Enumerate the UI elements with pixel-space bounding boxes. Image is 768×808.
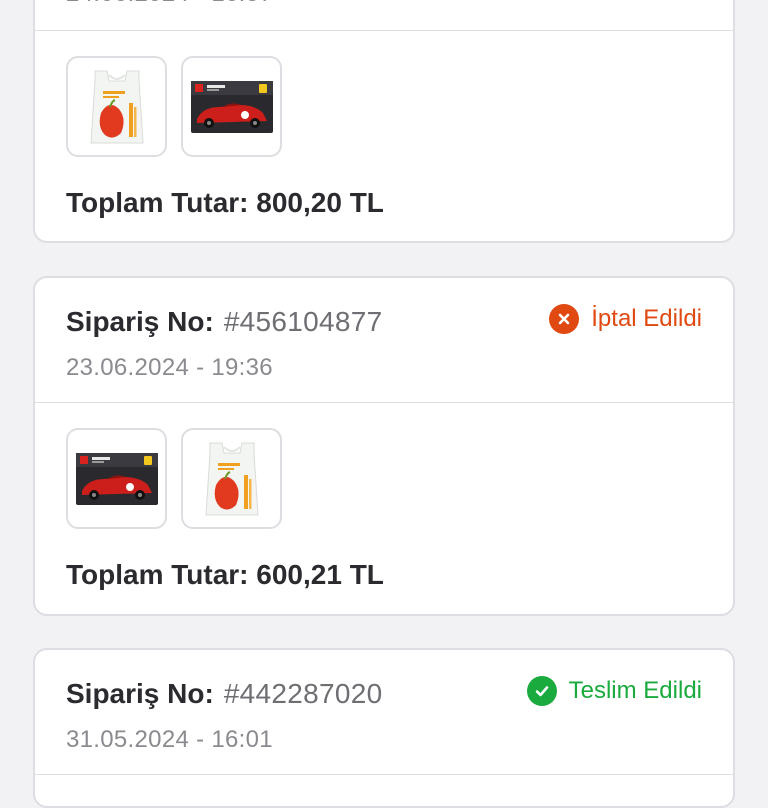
order-card[interactable]: 24.06.2024 - 16:37 Toplam Tutar: 800,20 …	[33, 0, 735, 243]
product-thumbnail[interactable]	[181, 56, 282, 157]
order-number-line: Sipariş No: #456104877	[66, 306, 383, 338]
grocery-bag-icon	[89, 70, 144, 143]
cancel-circle-icon	[549, 304, 580, 334]
grocery-bag-icon	[204, 442, 259, 515]
order-number-label: Sipariş No:	[66, 306, 214, 337]
toy-car-box-icon	[190, 80, 273, 133]
order-card[interactable]: Sipariş No: #456104877 İptal Edildi 23.06…	[33, 276, 735, 616]
status-badge: İptal Edildi	[549, 304, 702, 334]
product-thumbnail[interactable]	[66, 428, 167, 529]
product-thumbnails	[66, 428, 282, 529]
order-card[interactable]: Sipariş No: #442287020 Teslim Edildi 31.0…	[33, 648, 735, 808]
order-card-header: Sipariş No: #456104877 İptal Edildi 23.06…	[35, 278, 733, 403]
status-text: Teslim Edildi	[568, 677, 702, 704]
product-thumbnail[interactable]	[181, 428, 282, 529]
status-badge: Teslim Edildi	[526, 676, 702, 706]
order-date: 23.06.2024 - 19:36	[66, 354, 273, 381]
order-number: #456104877	[223, 306, 383, 337]
check-circle-icon	[526, 676, 557, 706]
product-thumbnail[interactable]	[66, 56, 167, 157]
status-text: İptal Edildi	[591, 305, 702, 332]
order-number: #442287020	[223, 678, 383, 709]
product-thumbnails	[66, 56, 282, 157]
order-number-line: Sipariş No: #442287020	[66, 678, 383, 710]
order-card-header: Sipariş No: #442287020 Teslim Edildi 31.0…	[35, 650, 733, 775]
order-card-header: 24.06.2024 - 16:37	[35, 0, 733, 31]
order-total: Toplam Tutar: 600,21 TL	[66, 559, 384, 590]
order-date: 24.06.2024 - 16:37	[66, 0, 273, 8]
order-date: 31.05.2024 - 16:01	[66, 726, 273, 753]
order-total: Toplam Tutar: 800,20 TL	[66, 187, 384, 218]
order-number-label: Sipariş No:	[66, 678, 214, 709]
toy-car-box-icon	[75, 452, 158, 505]
